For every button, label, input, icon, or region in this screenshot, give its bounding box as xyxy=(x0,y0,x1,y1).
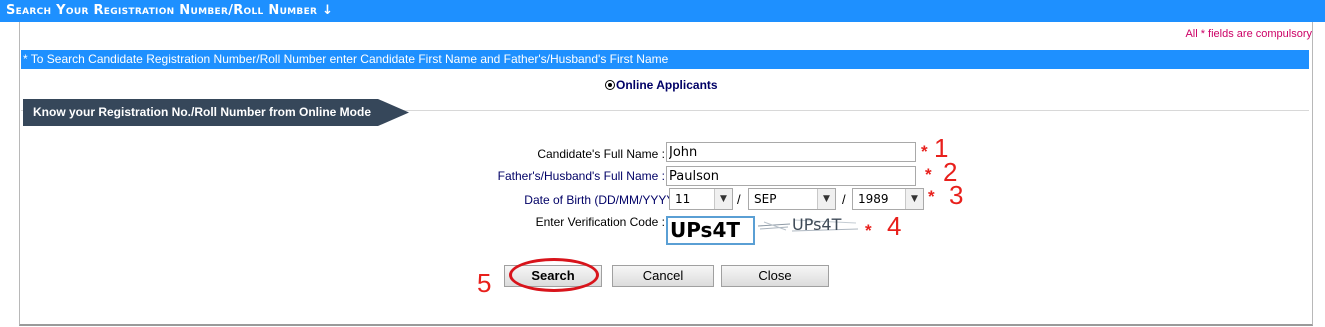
dob-separator: / xyxy=(842,192,846,207)
page-title: Search Your Registration Number/Roll Num… xyxy=(6,3,334,18)
online-applicants-option[interactable]: Online Applicants xyxy=(605,78,718,92)
father-name-label: Father's/Husband's Full Name : xyxy=(497,169,665,183)
full-name-input[interactable] xyxy=(666,142,916,162)
code-label: Enter Verification Code : xyxy=(535,215,665,229)
online-applicants-label: Online Applicants xyxy=(616,78,718,92)
code-required-mark: * xyxy=(865,221,872,240)
close-button[interactable]: Close xyxy=(721,265,829,287)
mode-banner-text: Know your Registration No./Roll Number f… xyxy=(33,105,372,119)
annotation-5: 5 xyxy=(477,268,492,298)
dob-year-select[interactable]: 1989 ▼ xyxy=(852,188,924,210)
full-name-label: Candidate's Full Name : xyxy=(537,147,665,161)
dob-label: Date of Birth (DD/MM/YYYY) : xyxy=(524,193,685,207)
captcha-image: UPs4T xyxy=(758,214,862,236)
chevron-down-icon[interactable]: ▼ xyxy=(714,189,732,209)
full-name-required-mark: * xyxy=(921,142,928,161)
cancel-button[interactable]: Cancel xyxy=(612,265,714,287)
chevron-down-icon[interactable]: ▼ xyxy=(905,189,923,209)
online-applicants-radio[interactable] xyxy=(605,79,615,90)
dob-month-value: SEP xyxy=(754,192,777,206)
instruction-bar: * To Search Candidate Registration Numbe… xyxy=(21,50,1309,69)
annotation-3: 3 xyxy=(949,180,964,210)
dob-required-mark: * xyxy=(928,187,935,206)
search-highlight-ellipse xyxy=(509,258,599,292)
verification-code-input[interactable]: UPs4T xyxy=(666,216,755,245)
father-name-required-mark: * xyxy=(925,165,932,184)
captcha-text: UPs4T xyxy=(792,215,842,234)
annotation-4: 4 xyxy=(887,211,902,241)
chevron-down-icon[interactable]: ▼ xyxy=(817,189,835,209)
compulsory-note: All * fields are compulsory xyxy=(1185,28,1312,40)
father-name-input[interactable] xyxy=(666,166,916,186)
instruction-text: * To Search Candidate Registration Numbe… xyxy=(23,52,669,66)
dob-separator: / xyxy=(737,192,741,207)
dob-year-value: 1989 xyxy=(858,192,889,206)
page-header-bar: Search Your Registration Number/Roll Num… xyxy=(0,0,1325,22)
dob-month-select[interactable]: SEP ▼ xyxy=(748,188,836,210)
dob-day-value: 11 xyxy=(675,192,691,206)
dob-day-select[interactable]: 11 ▼ xyxy=(669,188,733,210)
mode-banner: Know your Registration No./Roll Number f… xyxy=(23,99,409,126)
